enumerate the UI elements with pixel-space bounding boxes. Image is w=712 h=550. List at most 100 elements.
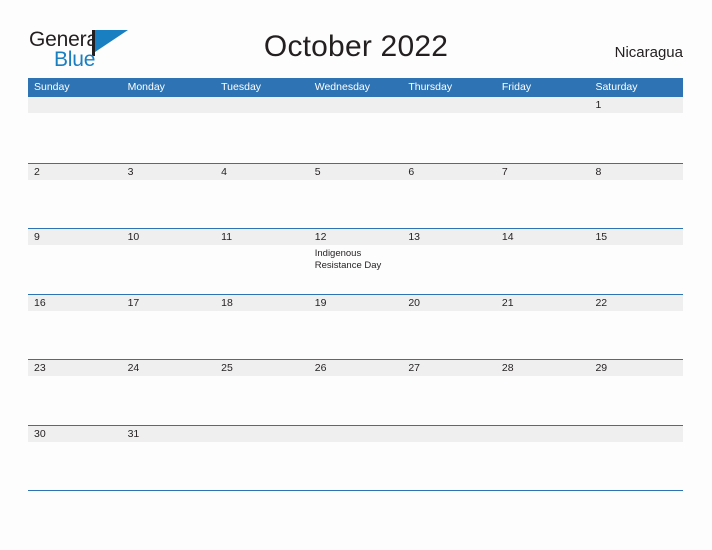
weekday-friday: Friday — [501, 81, 532, 93]
day-number: 17 — [127, 296, 140, 309]
calendar-weeks: 1 2 3 4 5 6 7 8 9 10 11 12 Indigenous Resistance Day… — [28, 97, 683, 490]
calendar-day-cell[interactable]: 7 — [496, 164, 590, 229]
day-number: 20 — [408, 296, 420, 309]
calendar-day-cell-empty — [496, 97, 590, 163]
country-label: Nicaragua — [614, 44, 683, 61]
day-number: 18 — [221, 296, 233, 309]
calendar-week-row: 9 10 11 12 Indigenous Resistance Day 13 14 15 — [28, 228, 683, 294]
calendar-week-row: 30 31 — [28, 424, 683, 491]
day-number: 10 — [127, 231, 140, 243]
calendar-day-cell[interactable]: 24 — [122, 360, 216, 425]
week-cells: 1 — [28, 97, 683, 163]
calendar-day-cell[interactable]: 1 — [589, 97, 683, 163]
calendar-day-cell[interactable]: 20 — [402, 295, 496, 360]
calendar-day-cell-empty — [309, 97, 403, 163]
calendar-day-cell[interactable]: 31 — [122, 426, 216, 491]
calendar-day-cell[interactable]: 27 — [402, 360, 496, 425]
day-number: 2 — [34, 165, 40, 178]
holiday-label: Indigenous Resistance Day — [314, 248, 382, 271]
calendar-day-cell-empty — [28, 97, 122, 163]
calendar-week-row: 1 — [28, 97, 683, 163]
weekday-saturday: Saturday — [595, 81, 638, 93]
weekday-wednesday: Wednesday — [314, 81, 370, 93]
calendar-day-cell[interactable]: 15 — [589, 229, 683, 294]
calendar-day-cell[interactable]: 28 — [496, 360, 590, 425]
day-number: 13 — [408, 231, 420, 243]
day-number: 5 — [314, 165, 321, 178]
calendar-day-cell-empty — [309, 426, 403, 491]
calendar-day-cell[interactable]: 5 — [309, 164, 403, 229]
day-number: 7 — [501, 165, 508, 178]
calendar-day-cell[interactable]: 13 — [402, 229, 496, 294]
calendar-grid: Sunday Monday Tuesday Wednesday Thursday… — [28, 78, 683, 491]
weekday-tuesday: Tuesday — [221, 81, 262, 93]
weekday-sunday: Sunday — [34, 81, 70, 93]
day-number: 15 — [595, 231, 608, 243]
calendar-day-cell-empty — [122, 97, 216, 163]
calendar-day-cell[interactable]: 22 — [589, 295, 683, 360]
calendar-day-cell-empty — [402, 426, 496, 491]
day-number: 9 — [34, 231, 40, 243]
calendar-day-cell[interactable]: 23 — [28, 360, 122, 425]
calendar-day-cell[interactable]: 2 — [28, 164, 122, 229]
calendar-day-cell[interactable]: 10 — [122, 229, 216, 294]
calendar-week-row: 2 3 4 5 6 7 8 — [28, 162, 683, 229]
calendar-day-cell[interactable]: 4 — [215, 164, 309, 229]
day-number: 31 — [127, 427, 140, 440]
day-number: 27 — [408, 362, 420, 374]
weekday-monday: Monday — [127, 81, 165, 93]
calendar-day-cell[interactable]: 21 — [496, 295, 590, 360]
calendar-week-row: 16 17 18 19 20 21 22 — [28, 293, 683, 360]
weekday-header-row: Sunday Monday Tuesday Wednesday Thursday… — [28, 78, 683, 97]
day-number: 6 — [408, 165, 415, 178]
day-number: 22 — [595, 296, 608, 309]
day-number: 1 — [595, 99, 602, 111]
calendar-day-cell[interactable]: 3 — [122, 164, 216, 229]
week-cells: 23 24 25 26 27 28 29 — [28, 360, 683, 425]
day-number: 11 — [221, 231, 233, 243]
day-number: 29 — [595, 362, 608, 374]
calendar-day-cell[interactable]: 26 — [309, 360, 403, 425]
calendar-day-cell[interactable]: 9 — [28, 229, 122, 294]
calendar-day-cell-empty — [215, 97, 309, 163]
day-number: 3 — [127, 165, 134, 178]
calendar-day-cell-empty — [496, 426, 590, 491]
day-number: 16 — [34, 296, 46, 309]
day-number: 21 — [501, 296, 514, 309]
week-cells: 30 31 — [28, 426, 683, 491]
day-number: 12 — [314, 231, 327, 243]
week-cells: 9 10 11 12 Indigenous Resistance Day 13 14 15 — [28, 229, 683, 294]
calendar-day-cell[interactable]: 29 — [589, 360, 683, 425]
calendar-page: General Blue October 2022 Nicaragua Sund… — [0, 0, 712, 550]
calendar-day-cell[interactable]: 8 — [589, 164, 683, 229]
day-number: 30 — [34, 427, 46, 440]
calendar-day-cell[interactable]: 14 — [496, 229, 590, 294]
day-number: 25 — [221, 362, 233, 374]
calendar-day-cell[interactable]: 17 — [122, 295, 216, 360]
day-number: 24 — [127, 362, 140, 374]
calendar-day-cell[interactable]: 19 — [309, 295, 403, 360]
day-number: 19 — [314, 296, 327, 309]
day-number: 28 — [501, 362, 514, 374]
week-cells: 16 17 18 19 20 21 22 — [28, 295, 683, 360]
calendar-day-cell[interactable]: 25 — [215, 360, 309, 425]
page-title: October 2022 — [263, 30, 449, 63]
weekday-thursday: Thursday — [408, 81, 453, 93]
day-number: 8 — [595, 165, 602, 178]
page-header: General Blue October 2022 Nicaragua — [0, 0, 712, 78]
calendar-day-cell-empty — [589, 426, 683, 491]
calendar-day-cell[interactable]: 18 — [215, 295, 309, 360]
calendar-bottom-rule — [28, 490, 683, 491]
calendar-day-cell[interactable]: 6 — [402, 164, 496, 229]
calendar-day-cell[interactable]: 12 Indigenous Resistance Day — [309, 229, 403, 294]
day-number: 26 — [314, 362, 327, 374]
calendar-day-cell[interactable]: 16 — [28, 295, 122, 360]
day-number: 4 — [221, 165, 227, 178]
calendar-day-cell-empty — [215, 426, 309, 491]
calendar-day-cell[interactable]: 30 — [28, 426, 122, 491]
calendar-week-row: 23 24 25 26 27 28 29 — [28, 359, 683, 425]
calendar-day-cell[interactable]: 11 — [215, 229, 309, 294]
calendar-day-cell-empty — [402, 97, 496, 163]
week-cells: 2 3 4 5 6 7 8 — [28, 164, 683, 229]
day-number: 14 — [501, 231, 514, 243]
